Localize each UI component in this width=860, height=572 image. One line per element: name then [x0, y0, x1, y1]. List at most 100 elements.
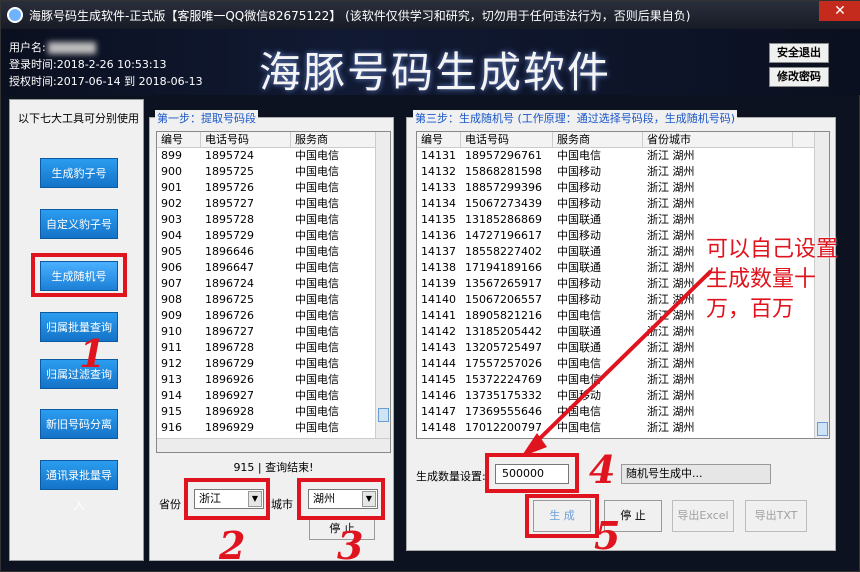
table-cell: 1896929: [205, 421, 254, 434]
table-cell: 中国电信: [295, 197, 339, 210]
table-row[interactable]: 913 1896926 中国电信: [157, 372, 390, 388]
login-time: 2018-2-26 10:53:13: [56, 58, 167, 71]
app-title: 海豚号码生成软件: [259, 48, 612, 97]
table-cell: 中国电信: [295, 293, 339, 306]
table-cell: 906: [161, 261, 182, 274]
export-excel-button[interactable]: 导出Excel: [672, 500, 734, 532]
table-cell: 14143: [421, 341, 456, 354]
table-row[interactable]: 14133 18857299396 中国移动 浙江 湖州: [417, 180, 829, 196]
step3-vscroll-thumb[interactable]: [817, 422, 828, 436]
sidebar-title: 以下七大工具可分别使用: [18, 112, 139, 125]
table-cell: 904: [161, 229, 182, 242]
table-cell: 905: [161, 245, 182, 258]
table-row[interactable]: 904 1895729 中国电信: [157, 228, 390, 244]
table-cell: 14148: [421, 421, 456, 434]
table-cell: 1895728: [205, 213, 254, 226]
table-cell: 915: [161, 405, 182, 418]
table-cell: 903: [161, 213, 182, 226]
table-cell: 1896926: [205, 373, 254, 386]
table-cell: 13205725497: [465, 341, 542, 354]
table-row[interactable]: 14135 13185286869 中国联通 浙江 湖州: [417, 212, 829, 228]
table-cell: 中国电信: [557, 373, 601, 386]
window-title: 海豚号码生成软件-正式版【客服唯一QQ微信82675122】 (该软件仅供学习和…: [29, 8, 691, 23]
table-cell: 912: [161, 357, 182, 370]
app-window: 海豚号码生成软件-正式版【客服唯一QQ微信82675122】 (该软件仅供学习和…: [0, 0, 860, 572]
table-cell: 910: [161, 325, 182, 338]
table-cell: 中国移动: [557, 197, 601, 210]
table-cell: 901: [161, 181, 182, 194]
table-cell: 中国电信: [295, 405, 339, 418]
table-cell: 中国电信: [557, 357, 601, 370]
step1-title: 第一步：提取号码段: [155, 110, 258, 126]
table-row[interactable]: 907 1896724 中国电信: [157, 276, 390, 292]
province-label: 省份: [159, 498, 181, 511]
table-row[interactable]: 899 1895724 中国电信: [157, 148, 390, 164]
table-cell: 中国电信: [295, 341, 339, 354]
count-label: 生成数量设置:: [416, 470, 486, 483]
table-row[interactable]: 14131 18957296761 中国电信 浙江 湖州: [417, 148, 829, 164]
step1-hscroll[interactable]: [157, 438, 390, 452]
generation-progress: 随机号生成中...: [621, 464, 771, 484]
tool-custom-lucky-number[interactable]: 自定义豹子号: [40, 209, 118, 239]
table-cell: 1896647: [205, 261, 254, 274]
table-row[interactable]: 908 1896725 中国电信: [157, 292, 390, 308]
change-password-button[interactable]: 修改密码: [769, 67, 829, 87]
table-cell: 14140: [421, 293, 456, 306]
tool-old-new-number-split[interactable]: 新旧号码分离: [40, 409, 118, 439]
table-row[interactable]: 914 1896927 中国电信: [157, 388, 390, 404]
table-cell: 中国联通: [557, 341, 601, 354]
table-row[interactable]: 902 1895727 中国电信: [157, 196, 390, 212]
table-row[interactable]: 14144 17557257026 中国电信 浙江 湖州: [417, 356, 829, 372]
close-button[interactable]: ✕: [819, 1, 860, 21]
logout-button[interactable]: 安全退出: [769, 43, 829, 63]
table-row[interactable]: 14145 15372224769 中国电信 浙江 湖州: [417, 372, 829, 388]
table-cell: 1895724: [205, 149, 254, 162]
table-row[interactable]: 916 1896929 中国电信: [157, 420, 390, 436]
table-row[interactable]: 14148 17012200797 中国电信 浙江 湖州: [417, 420, 829, 436]
table-row[interactable]: 14143 13205725497 中国联通 浙江 湖州: [417, 340, 829, 356]
table-row[interactable]: 910 1896727 中国电信: [157, 324, 390, 340]
step1-grid[interactable]: 编号 电话号码 服务商 899 1895724 中国电信 900 1895725 中国电信…: [156, 131, 391, 453]
table-cell: 浙江 湖州: [647, 197, 695, 210]
table-cell: 1896927: [205, 389, 254, 402]
table-cell: 浙江 湖州: [647, 149, 695, 162]
col-carrier: 服务商: [553, 132, 643, 147]
table-cell: 14133: [421, 181, 456, 194]
table-row[interactable]: 906 1896647 中国电信: [157, 260, 390, 276]
tool-contacts-batch-import[interactable]: 通讯录批量导入: [40, 460, 118, 512]
export-txt-button[interactable]: 导出TXT: [745, 500, 807, 532]
table-cell: 浙江 湖州: [647, 405, 695, 418]
annotation-mark-2: 2: [219, 523, 246, 568]
table-row[interactable]: 903 1895728 中国电信: [157, 212, 390, 228]
table-row[interactable]: 900 1895725 中国电信: [157, 164, 390, 180]
table-cell: 中国电信: [295, 309, 339, 322]
table-row[interactable]: 14134 15067273439 中国移动 浙江 湖州: [417, 196, 829, 212]
user-label: 用户名:: [9, 41, 46, 54]
table-cell: 18905821216: [465, 309, 542, 322]
table-row[interactable]: 912 1896729 中国电信: [157, 356, 390, 372]
step1-vscroll[interactable]: [375, 132, 390, 440]
table-row[interactable]: 915 1896928 中国电信: [157, 404, 390, 420]
table-row[interactable]: 911 1896728 中国电信: [157, 340, 390, 356]
table-cell: 14136: [421, 229, 456, 242]
table-row[interactable]: 909 1896726 中国电信: [157, 308, 390, 324]
table-row[interactable]: 14146 13735175332 中国移动 浙江 湖州: [417, 388, 829, 404]
table-cell: 13735175332: [465, 389, 542, 402]
annotation-mark-3: 3: [337, 523, 364, 568]
table-row[interactable]: 905 1896646 中国电信: [157, 244, 390, 260]
table-cell: 中国电信: [295, 149, 339, 162]
table-row[interactable]: 901 1895726 中国电信: [157, 180, 390, 196]
table-cell: 902: [161, 197, 182, 210]
table-cell: 14131: [421, 149, 456, 162]
table-cell: 1896928: [205, 405, 254, 418]
table-row[interactable]: 14147 17369555646 中国电信 浙江 湖州: [417, 404, 829, 420]
step1-vscroll-thumb[interactable]: [378, 408, 389, 422]
table-row[interactable]: 14132 15868281598 中国移动 浙江 湖州: [417, 164, 829, 180]
table-row[interactable]: 14142 13185205442 中国联通 浙江 湖州: [417, 324, 829, 340]
table-cell: 浙江 湖州: [647, 373, 695, 386]
table-cell: 中国电信: [295, 213, 339, 226]
user-info: 用户名: 登录时间:2018-2-26 10:53:13 授权时间:2017-0…: [9, 39, 203, 90]
annotation-mark-4: 4: [589, 447, 616, 492]
table-cell: 15067273439: [465, 197, 542, 210]
tool-generate-lucky-number[interactable]: 生成豹子号: [40, 158, 118, 188]
